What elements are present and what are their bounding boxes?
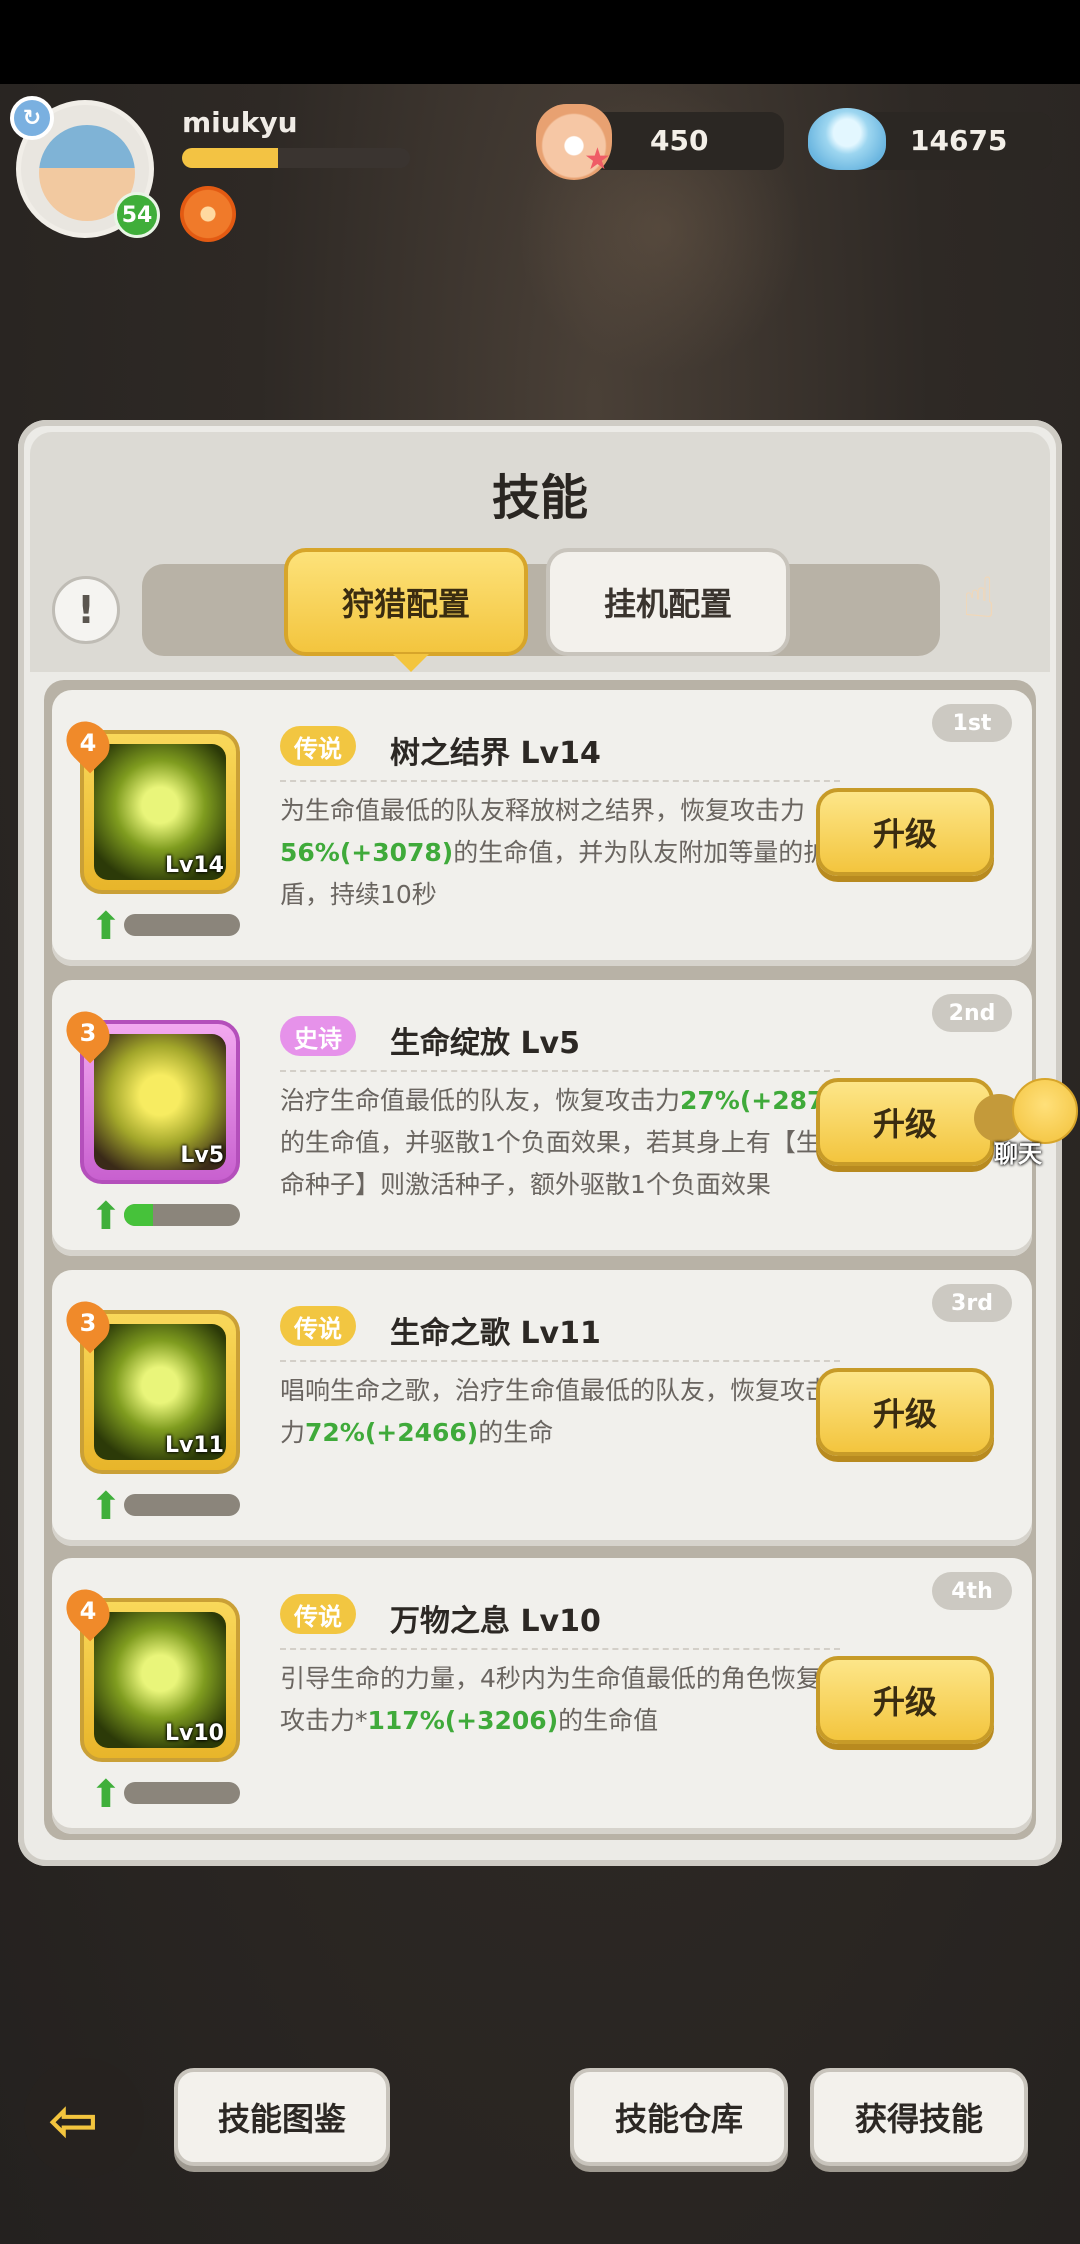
refresh-badge-icon[interactable]: ↻ <box>10 96 54 140</box>
upgrade-arrow-icon: ⬆ <box>90 1772 122 1816</box>
tap-hand-icon[interactable]: ☝ <box>962 566 1022 642</box>
skill-storage-button[interactable]: 技能仓库 <box>570 2068 788 2166</box>
skill-progress-fill <box>124 1204 153 1226</box>
upgrade-button[interactable]: 升级 <box>816 1656 994 1744</box>
skill-star-count: 4 <box>79 1597 97 1625</box>
skill-name: 生命之歌 Lv11 <box>390 1316 601 1351</box>
desc-highlight: 72%(+2466) <box>305 1418 479 1447</box>
back-button[interactable]: ⇦ <box>24 2058 144 2178</box>
upgrade-arrow-icon: ⬆ <box>90 1484 122 1528</box>
skill-icon-level: Lv5 <box>180 1143 224 1168</box>
skill-progress-bar <box>124 1494 240 1516</box>
skill-description: 为生命值最低的队友释放树之结界，恢复攻击力56%(+3078)的生命值，并为队友… <box>280 790 840 916</box>
chat-button[interactable]: 聊天 <box>974 1078 1078 1168</box>
skill-description: 唱响生命之歌，治疗生命值最低的队友，恢复攻击力72%(+2466)的生命 <box>280 1370 840 1454</box>
rarity-badge: 传说 <box>280 726 356 766</box>
skill-description: 治疗生命值最低的队友，恢复攻击力27%(+287) 的生命值，并驱散1个负面效果，… <box>280 1080 840 1206</box>
upgrade-arrow-icon: ⬆ <box>90 1194 122 1238</box>
skill-icon-level: Lv11 <box>165 1433 224 1458</box>
desc-text: 为生命值最低的队友释放树之结界，恢复攻击力 <box>280 796 806 825</box>
skill-card: 2nd Lv5 3 ⬆ 史诗 生命绽放 Lv5 治疗生命值最低的队友，恢复攻击力… <box>52 980 1032 1256</box>
divider <box>280 1648 840 1650</box>
skill-description: 引导生命的力量，4秒内为生命值最低的角色恢复攻击力*117%(+3206)的生命… <box>280 1658 840 1742</box>
xp-bar-fill <box>182 148 278 168</box>
player-username: miukyu <box>182 106 298 139</box>
desc-highlight: 56%(+3078) <box>280 838 454 867</box>
desc-text: 的生命 <box>478 1418 554 1447</box>
slot-rank-tag: 3rd <box>932 1284 1012 1322</box>
tab-idle-config[interactable]: 挂机配置 <box>546 548 790 656</box>
status-bar <box>0 0 1080 84</box>
rarity-badge: 史诗 <box>280 1016 356 1056</box>
skill-name: 生命绽放 Lv5 <box>390 1026 580 1061</box>
skill-name: 树之结界 Lv14 <box>390 736 601 771</box>
skill-card: 1st Lv14 4 ⬆ 传说 树之结界 Lv14 为生命值最低的队友释放树之结… <box>52 690 1032 966</box>
tab-hunting-config[interactable]: 狩猎配置 <box>284 548 528 672</box>
skill-icon-level: Lv14 <box>165 853 224 878</box>
skill-card: 4th Lv10 4 ⬆ 传说 万物之息 Lv10 引导生命的力量，4秒内为生命… <box>52 1558 1032 1834</box>
skill-name: 万物之息 Lv10 <box>390 1604 601 1639</box>
skill-star-count: 4 <box>79 729 97 757</box>
divider <box>280 780 840 782</box>
skill-card: 3rd Lv11 3 ⬆ 传说 生命之歌 Lv11 唱响生命之歌，治疗生命值最低… <box>52 1270 1032 1546</box>
tab-track <box>142 564 940 656</box>
desc-text: 的生命值，并驱散1个负面效果，若其身上有【生命种子】则激活种子，额外驱散1个负面… <box>280 1128 821 1199</box>
skill-progress-bar <box>124 914 240 936</box>
slot-rank-tag: 2nd <box>932 994 1012 1032</box>
xp-bar <box>182 148 410 168</box>
desc-highlight: 117%(+3206) <box>367 1706 559 1735</box>
skill-progress-bar <box>124 1782 240 1804</box>
upgrade-button[interactable]: 升级 <box>816 1078 994 1166</box>
skill-icon-level: Lv10 <box>165 1721 224 1746</box>
skill-progress-bar <box>124 1204 240 1226</box>
slot-rank-tag: 1st <box>932 704 1012 742</box>
upgrade-arrow-icon: ⬆ <box>90 904 122 948</box>
chat-label: 聊天 <box>994 1140 1042 1168</box>
blue-shell-icon <box>808 108 886 170</box>
pearl-count: 450 <box>650 124 709 157</box>
get-skills-button[interactable]: 获得技能 <box>810 2068 1028 2166</box>
divider <box>280 1070 840 1072</box>
rank-emblem-icon[interactable] <box>180 186 236 242</box>
slot-rank-tag: 4th <box>932 1572 1012 1610</box>
back-arrow-icon: ⇦ <box>48 2086 99 2156</box>
desc-text: 的生命值 <box>558 1706 659 1735</box>
divider <box>280 1360 840 1362</box>
rarity-badge: 传说 <box>280 1306 356 1346</box>
skill-star-count: 3 <box>79 1019 97 1047</box>
desc-text: 治疗生命值最低的队友，恢复攻击力 <box>280 1086 681 1115</box>
skill-star-count: 3 <box>79 1309 97 1337</box>
skill-codex-button[interactable]: 技能图鉴 <box>174 2068 390 2166</box>
desc-highlight: 27%(+287) <box>680 1086 836 1115</box>
rarity-badge: 传说 <box>280 1594 356 1634</box>
shell-count: 14675 <box>910 124 1008 157</box>
starfish-icon: ★ <box>584 142 611 177</box>
upgrade-button[interactable]: 升级 <box>816 788 994 876</box>
info-button[interactable]: ! <box>52 576 120 644</box>
panel-title: 技能 <box>491 470 588 526</box>
player-level-badge: 54 <box>114 192 160 238</box>
upgrade-button[interactable]: 升级 <box>816 1368 994 1456</box>
